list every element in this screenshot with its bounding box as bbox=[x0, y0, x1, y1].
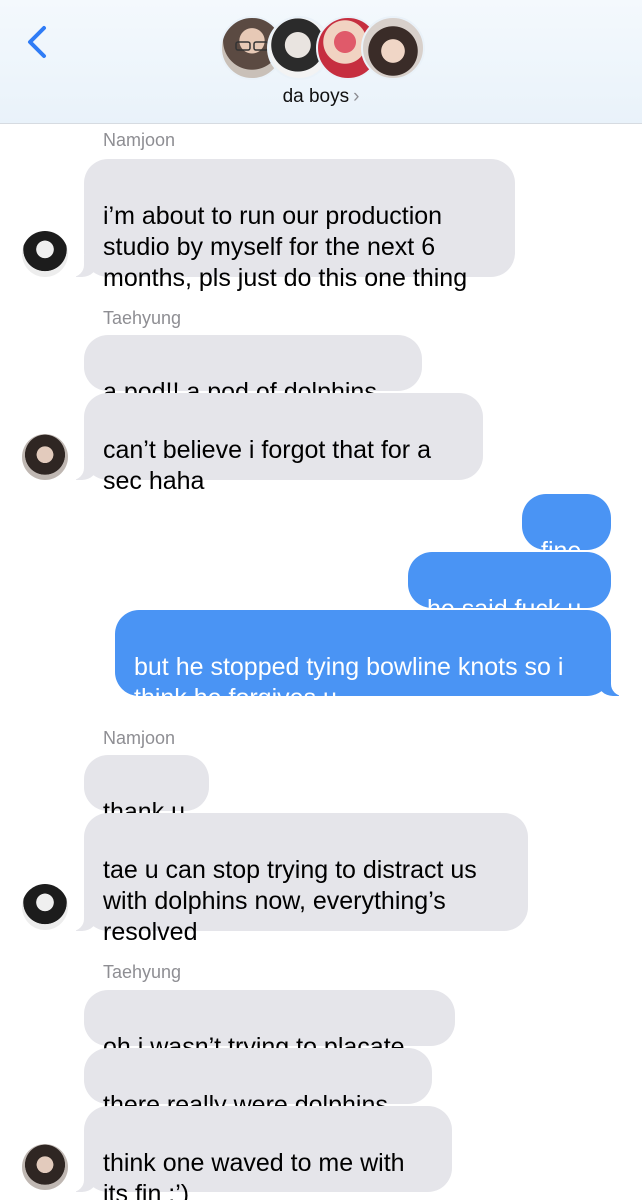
member-avatar bbox=[361, 16, 425, 80]
avatar[interactable] bbox=[22, 231, 68, 277]
message-bubble-outgoing[interactable]: fine bbox=[522, 494, 611, 565]
sender-name: Taehyung bbox=[103, 962, 182, 982]
back-button[interactable] bbox=[18, 20, 58, 64]
message-bubble-incoming[interactable]: tae u can stop trying to distract us wit… bbox=[70, 813, 528, 946]
group-name-button[interactable]: da boys › bbox=[0, 86, 642, 108]
avatar[interactable] bbox=[22, 884, 68, 930]
message-bubble-incoming[interactable]: a pod!! a pod of dolphins bbox=[84, 335, 422, 406]
message-text: tae u can stop trying to distract us wit… bbox=[103, 856, 477, 946]
message-text: can’t believe i forgot that for a sec ha… bbox=[103, 436, 431, 495]
message-bubble-incoming[interactable]: oh i wasn’t trying to placate bbox=[84, 990, 455, 1061]
sender-name: Namjoon bbox=[103, 728, 176, 748]
avatar[interactable] bbox=[22, 1144, 68, 1190]
message-bubble-outgoing[interactable]: he said fuck u bbox=[408, 552, 611, 623]
group-name: da boys bbox=[282, 86, 350, 107]
avatar[interactable] bbox=[22, 434, 68, 480]
sender-name: Taehyung bbox=[103, 308, 182, 328]
message-bubble-incoming[interactable]: thank u bbox=[84, 755, 209, 826]
message-text: think one waved to me with its fin :’) bbox=[103, 1149, 405, 1200]
message-text: but he stopped tying bowline knots so i … bbox=[134, 653, 564, 712]
chevron-left-icon bbox=[28, 26, 46, 58]
sender-name: Namjoon bbox=[103, 130, 176, 150]
message-bubble-incoming[interactable]: think one waved to me with its fin :’) bbox=[70, 1106, 452, 1200]
message-bubble-incoming[interactable]: can’t believe i forgot that for a sec ha… bbox=[70, 393, 483, 495]
conversation-header: da boys › bbox=[0, 0, 642, 124]
message-bubble-incoming[interactable]: there really were dolphins bbox=[84, 1048, 432, 1119]
chevron-right-icon: › bbox=[353, 86, 360, 107]
group-avatars[interactable] bbox=[220, 14, 425, 82]
message-text: i’m about to run our production studio b… bbox=[103, 202, 468, 292]
message-bubble-incoming[interactable]: i’m about to run our production studio b… bbox=[70, 159, 515, 292]
message-bubble-outgoing[interactable]: but he stopped tying bowline knots so i … bbox=[115, 610, 625, 712]
